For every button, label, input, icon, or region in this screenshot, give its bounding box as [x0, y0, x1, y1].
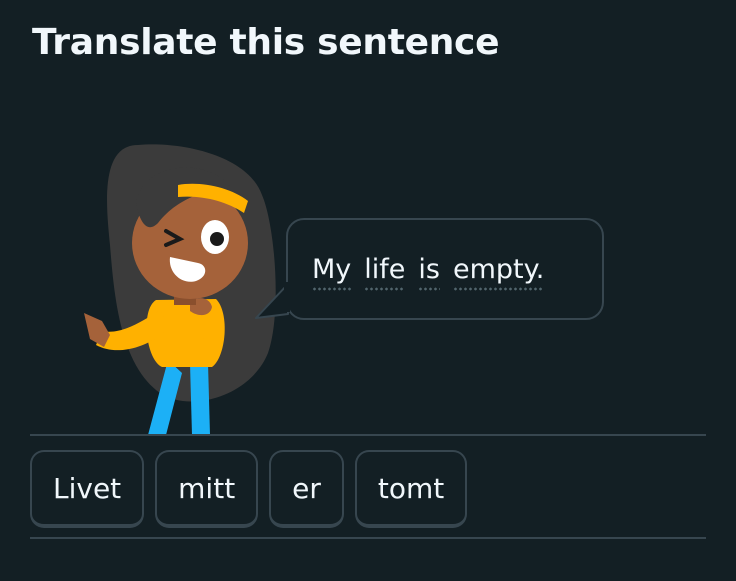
- page-title: Translate this sentence: [32, 22, 500, 63]
- prompt-word[interactable]: My: [312, 254, 352, 291]
- character-hand-left: [84, 313, 110, 347]
- word-tile[interactable]: mitt: [155, 450, 259, 528]
- prompt-word[interactable]: empty.: [452, 254, 545, 291]
- speech-bubble-tail: [255, 282, 290, 319]
- prompt-word[interactable]: life: [364, 254, 406, 291]
- prompt-word[interactable]: is: [418, 254, 440, 291]
- answer-line: [30, 434, 706, 436]
- word-bank-divider: [30, 537, 706, 539]
- word-tile[interactable]: er: [269, 450, 344, 528]
- word-tile[interactable]: Livet: [30, 450, 145, 528]
- word-bank: Livet mitt er tomt: [30, 450, 468, 528]
- word-tile[interactable]: tomt: [354, 450, 468, 528]
- prompt-sentence: My life is empty.: [312, 254, 545, 291]
- character-leg-right: [190, 363, 210, 435]
